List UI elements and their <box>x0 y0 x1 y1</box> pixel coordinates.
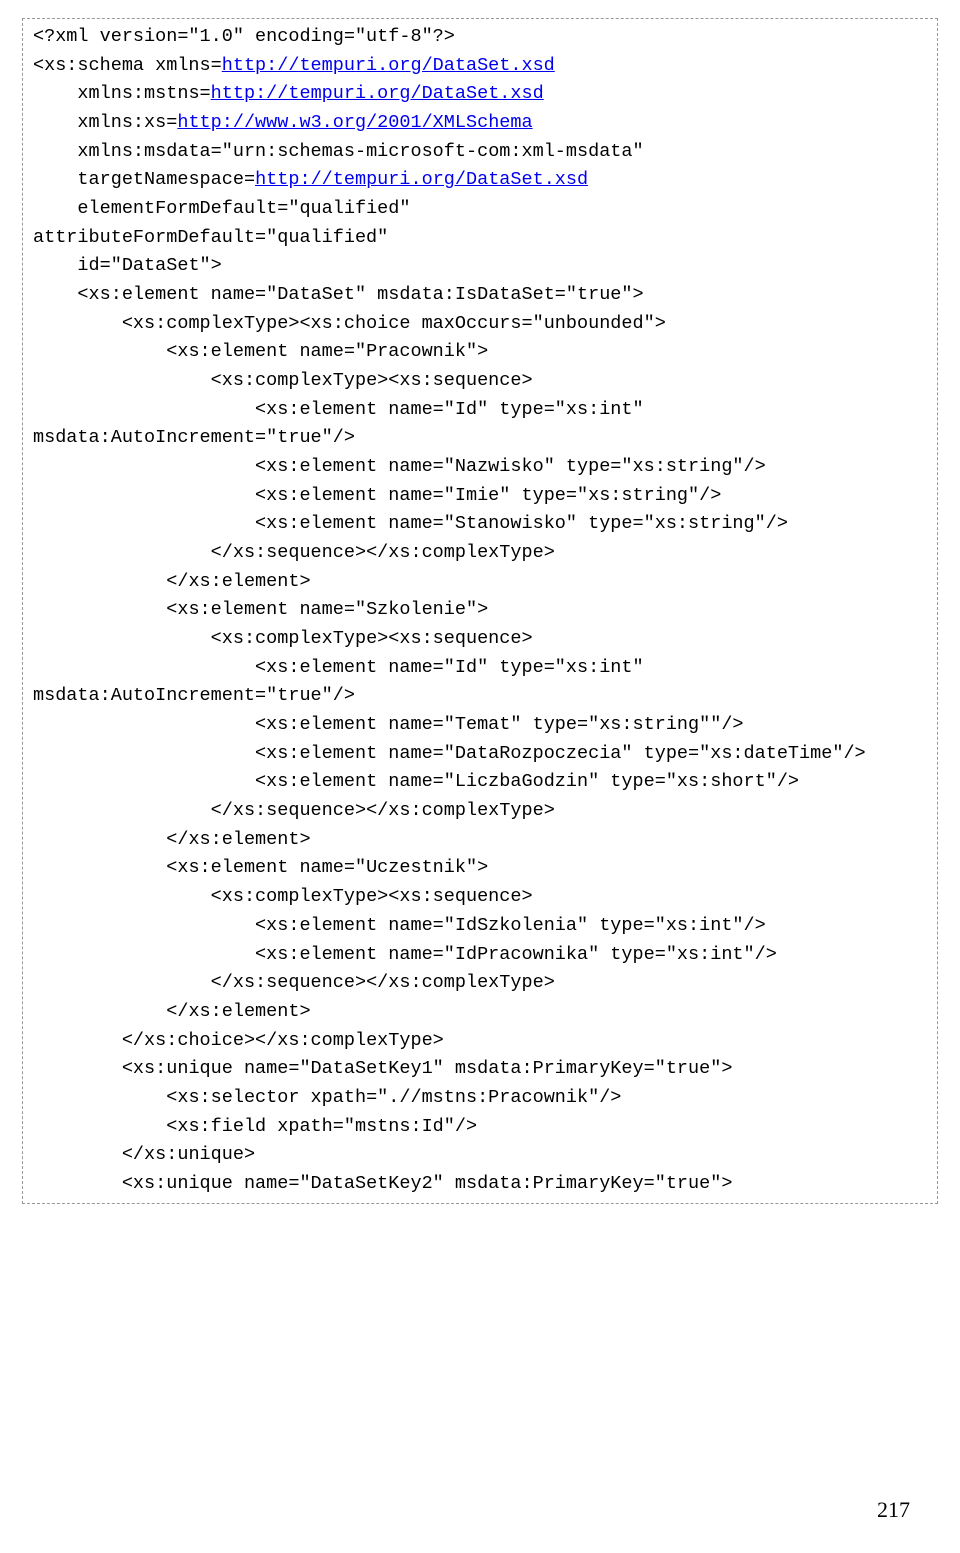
code-text: <?xml version="1.0" encoding="utf-8"?> <box>33 26 455 47</box>
code-text: elementFormDefault="qualified" <box>33 198 410 219</box>
code-text: <xs:element name="IdPracownika" type="xs… <box>33 944 777 965</box>
code-line: xmlns:xs=http://www.w3.org/2001/XMLSchem… <box>33 109 927 138</box>
code-line: <xs:element name="Nazwisko" type="xs:str… <box>33 453 927 482</box>
code-text: <xs:element name="Stanowisko" type="xs:s… <box>33 513 788 534</box>
code-line: id="DataSet"> <box>33 252 927 281</box>
code-text: <xs:selector xpath=".//mstns:Pracownik"/… <box>33 1087 621 1108</box>
code-text: <xs:element name="Szkolenie"> <box>33 599 488 620</box>
code-line: xmlns:msdata="urn:schemas-microsoft-com:… <box>33 138 927 167</box>
code-text: <xs:complexType><xs:sequence> <box>33 628 533 649</box>
code-line: <xs:element name="Szkolenie"> <box>33 596 927 625</box>
code-line: <xs:complexType><xs:sequence> <box>33 367 927 396</box>
code-text: <xs:complexType><xs:sequence> <box>33 370 533 391</box>
code-line: </xs:sequence></xs:complexType> <box>33 969 927 998</box>
code-line: elementFormDefault="qualified" <box>33 195 927 224</box>
code-text: <xs:element name="Pracownik"> <box>33 341 488 362</box>
code-text: xmlns:mstns= <box>33 83 211 104</box>
code-text: </xs:sequence></xs:complexType> <box>33 972 555 993</box>
code-line: </xs:choice></xs:complexType> <box>33 1027 927 1056</box>
code-line: <xs:element name="Temat" type="xs:string… <box>33 711 927 740</box>
code-text: <xs:element name="Id" type="xs:int" msda… <box>33 657 655 707</box>
code-text: <xs:element name="IdSzkolenia" type="xs:… <box>33 915 766 936</box>
code-text: <xs:schema xmlns= <box>33 55 222 76</box>
code-text: </xs:sequence></xs:complexType> <box>33 800 555 821</box>
url-link[interactable]: http://tempuri.org/DataSet.xsd <box>211 83 544 104</box>
code-text: </xs:element> <box>33 571 311 592</box>
code-line: <xs:element name="Id" type="xs:int" msda… <box>33 654 927 711</box>
code-line: <xs:field xpath="mstns:Id"/> <box>33 1113 927 1142</box>
page-number: 217 <box>877 1493 910 1527</box>
code-line: attributeFormDefault="qualified" <box>33 224 927 253</box>
code-text: <xs:complexType><xs:sequence> <box>33 886 533 907</box>
code-line: <xs:schema xmlns=http://tempuri.org/Data… <box>33 52 927 81</box>
code-line: <xs:selector xpath=".//mstns:Pracownik"/… <box>33 1084 927 1113</box>
code-text: xmlns:msdata="urn:schemas-microsoft-com:… <box>33 141 644 162</box>
code-text: targetNamespace= <box>33 169 255 190</box>
code-line: <xs:element name="IdSzkolenia" type="xs:… <box>33 912 927 941</box>
code-line: <xs:element name="DataRozpoczecia" type=… <box>33 740 927 769</box>
code-text: <xs:element name="Temat" type="xs:string… <box>33 714 744 735</box>
code-text: </xs:element> <box>33 829 311 850</box>
code-text: <xs:complexType><xs:choice maxOccurs="un… <box>33 313 666 334</box>
code-text: attributeFormDefault="qualified" <box>33 227 388 248</box>
code-text: <xs:element name="Imie" type="xs:string"… <box>33 485 721 506</box>
code-text: </xs:element> <box>33 1001 311 1022</box>
code-line: <xs:element name="Stanowisko" type="xs:s… <box>33 510 927 539</box>
code-text: <xs:element name="Id" type="xs:int" msda… <box>33 399 655 449</box>
url-link[interactable]: http://tempuri.org/DataSet.xsd <box>222 55 555 76</box>
code-text: <xs:unique name="DataSetKey1" msdata:Pri… <box>33 1058 732 1079</box>
code-line: xmlns:mstns=http://tempuri.org/DataSet.x… <box>33 80 927 109</box>
url-link[interactable]: http://tempuri.org/DataSet.xsd <box>255 169 588 190</box>
code-block: <?xml version="1.0" encoding="utf-8"?> <x… <box>22 18 938 1204</box>
code-line: </xs:unique> <box>33 1141 927 1170</box>
code-line: <xs:element name="Uczestnik"> <box>33 854 927 883</box>
code-line: <xs:complexType><xs:choice maxOccurs="un… <box>33 310 927 339</box>
code-text: id="DataSet"> <box>33 255 222 276</box>
code-line: <xs:element name="DataSet" msdata:IsData… <box>33 281 927 310</box>
code-line: </xs:element> <box>33 998 927 1027</box>
code-line: <xs:unique name="DataSetKey2" msdata:Pri… <box>33 1170 927 1199</box>
url-link[interactable]: http://www.w3.org/2001/XMLSchema <box>177 112 532 133</box>
code-line: <xs:element name="Imie" type="xs:string"… <box>33 482 927 511</box>
code-line: <xs:element name="IdPracownika" type="xs… <box>33 941 927 970</box>
code-line: <xs:element name="LiczbaGodzin" type="xs… <box>33 768 927 797</box>
code-text: <xs:unique name="DataSetKey2" msdata:Pri… <box>33 1173 732 1194</box>
code-line: <xs:complexType><xs:sequence> <box>33 625 927 654</box>
code-line: </xs:sequence></xs:complexType> <box>33 797 927 826</box>
code-line: targetNamespace=http://tempuri.org/DataS… <box>33 166 927 195</box>
code-line: </xs:sequence></xs:complexType> <box>33 539 927 568</box>
code-line: <xs:complexType><xs:sequence> <box>33 883 927 912</box>
code-text: </xs:sequence></xs:complexType> <box>33 542 555 563</box>
code-text: <xs:element name="LiczbaGodzin" type="xs… <box>33 771 799 792</box>
code-text: <xs:field xpath="mstns:Id"/> <box>33 1116 477 1137</box>
page: <?xml version="1.0" encoding="utf-8"?> <x… <box>0 0 960 1553</box>
code-text: </xs:choice></xs:complexType> <box>33 1030 444 1051</box>
code-line: <xs:element name="Pracownik"> <box>33 338 927 367</box>
code-line: </xs:element> <box>33 568 927 597</box>
code-text: <xs:element name="Uczestnik"> <box>33 857 488 878</box>
code-line: <xs:element name="Id" type="xs:int" msda… <box>33 396 927 453</box>
code-text: <xs:element name="DataRozpoczecia" type=… <box>33 743 866 764</box>
code-line: <?xml version="1.0" encoding="utf-8"?> <box>33 23 927 52</box>
code-line: <xs:unique name="DataSetKey1" msdata:Pri… <box>33 1055 927 1084</box>
code-text: </xs:unique> <box>33 1144 255 1165</box>
code-line: </xs:element> <box>33 826 927 855</box>
code-text: <xs:element name="DataSet" msdata:IsData… <box>33 284 644 305</box>
code-text: <xs:element name="Nazwisko" type="xs:str… <box>33 456 766 477</box>
code-text: xmlns:xs= <box>33 112 177 133</box>
